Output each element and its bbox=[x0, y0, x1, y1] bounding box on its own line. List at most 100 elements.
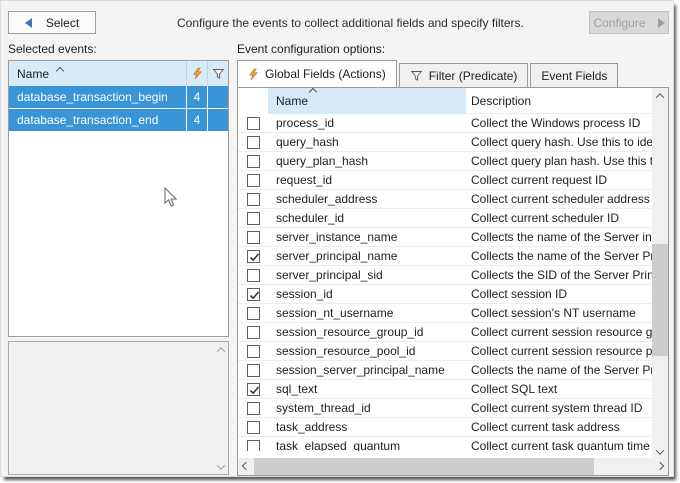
field-checkbox[interactable] bbox=[247, 174, 260, 187]
global-field-row[interactable]: query_plan_hash Collect query plan hash.… bbox=[238, 152, 652, 171]
grid-header: Name Description bbox=[238, 88, 652, 114]
horizontal-scroll-thumb[interactable] bbox=[254, 458, 594, 475]
selected-event-row[interactable]: database_transaction_end 4 bbox=[9, 109, 228, 132]
column-header-name[interactable]: Name bbox=[9, 67, 186, 81]
instruction-text: Configure the events to collect addition… bbox=[177, 16, 524, 30]
configure-button[interactable]: Configure bbox=[589, 11, 669, 34]
field-checkbox[interactable] bbox=[247, 212, 260, 225]
field-name: query_plan_hash bbox=[268, 154, 466, 168]
back-arrow-icon bbox=[25, 18, 32, 28]
sort-ascending-icon bbox=[56, 66, 64, 74]
field-checkbox[interactable] bbox=[247, 402, 260, 415]
field-description: Collect current task address bbox=[466, 420, 652, 434]
filter-column-header[interactable] bbox=[207, 61, 228, 86]
global-field-row[interactable]: session_server_principal_name Collects t… bbox=[238, 361, 652, 380]
field-name: sql_text bbox=[268, 382, 466, 396]
field-name: request_id bbox=[268, 173, 466, 187]
global-field-row[interactable]: scheduler_id Collect current scheduler I… bbox=[238, 209, 652, 228]
field-name: process_id bbox=[268, 116, 466, 130]
field-name: scheduler_id bbox=[268, 211, 466, 225]
global-field-row[interactable]: session_resource_pool_id Collect current… bbox=[238, 342, 652, 361]
event-description-panel bbox=[8, 341, 229, 475]
field-description: Collect current request ID bbox=[466, 173, 652, 187]
field-checkbox[interactable] bbox=[247, 269, 260, 282]
scroll-up-icon[interactable] bbox=[213, 342, 228, 357]
field-checkbox[interactable] bbox=[247, 250, 260, 263]
filter-cell bbox=[207, 109, 228, 131]
field-name: session_nt_username bbox=[268, 306, 466, 320]
field-checkbox[interactable] bbox=[247, 383, 260, 396]
actions-count: 4 bbox=[186, 109, 207, 131]
field-name: task_address bbox=[268, 420, 466, 434]
vertical-scroll-thumb[interactable] bbox=[652, 244, 668, 356]
field-name: scheduler_address bbox=[268, 192, 466, 206]
field-checkbox[interactable] bbox=[247, 288, 260, 301]
field-name: query_hash bbox=[268, 135, 466, 149]
field-description: Collect current session resource grou bbox=[466, 325, 652, 339]
global-field-row[interactable]: server_principal_name Collects the name … bbox=[238, 247, 652, 266]
global-fields-grid: Name Description process_id Collect the … bbox=[237, 87, 669, 476]
global-field-row[interactable]: session_id Collect session ID bbox=[238, 285, 652, 304]
global-field-row[interactable]: scheduler_address Collect current schedu… bbox=[238, 190, 652, 209]
tab-filter-predicate[interactable]: Filter (Predicate) bbox=[399, 63, 529, 87]
grid-vertical-scrollbar[interactable] bbox=[652, 88, 668, 460]
field-description: Collects the name of the Server Princ bbox=[466, 249, 652, 263]
field-checkbox[interactable] bbox=[247, 326, 260, 339]
scroll-up-icon[interactable] bbox=[652, 88, 668, 104]
global-field-row[interactable]: query_hash Collect query hash. Use this … bbox=[238, 133, 652, 152]
global-field-row[interactable]: session_nt_username Collect session's NT… bbox=[238, 304, 652, 323]
global-field-row[interactable]: sql_text Collect SQL text bbox=[238, 380, 652, 399]
field-checkbox[interactable] bbox=[247, 345, 260, 358]
scroll-down-icon[interactable] bbox=[213, 459, 228, 474]
lightning-icon bbox=[192, 67, 203, 80]
field-description: Collect session's NT username bbox=[466, 306, 652, 320]
field-checkbox[interactable] bbox=[247, 231, 260, 244]
tab-global-fields[interactable]: Global Fields (Actions) bbox=[237, 60, 397, 87]
global-field-row[interactable]: request_id Collect current request ID bbox=[238, 171, 652, 190]
field-checkbox[interactable] bbox=[247, 117, 260, 130]
select-button[interactable]: Select bbox=[8, 11, 96, 34]
field-checkbox[interactable] bbox=[247, 364, 260, 377]
events-configure-dialog: Select Configure the events to collect a… bbox=[0, 0, 674, 477]
scroll-left-icon[interactable] bbox=[238, 458, 254, 474]
global-field-row[interactable]: session_resource_group_id Collect curren… bbox=[238, 323, 652, 342]
select-button-label: Select bbox=[46, 16, 79, 30]
checkbox-column-header[interactable] bbox=[238, 88, 268, 114]
config-tabs: Global Fields (Actions) Filter (Predicat… bbox=[237, 60, 620, 87]
field-checkbox[interactable] bbox=[247, 136, 260, 149]
field-name: system_thread_id bbox=[268, 401, 466, 415]
field-name: session_server_principal_name bbox=[268, 363, 466, 377]
selected-events-header[interactable]: Name bbox=[9, 61, 228, 86]
grid-rows: process_id Collect the Windows process I… bbox=[238, 114, 652, 451]
description-scrollbar[interactable] bbox=[213, 342, 228, 474]
field-name: session_id bbox=[268, 287, 466, 301]
field-description: Collect current scheduler ID bbox=[466, 211, 652, 225]
global-field-row[interactable]: process_id Collect the Windows process I… bbox=[238, 114, 652, 133]
global-field-row[interactable]: server_instance_name Collects the name o… bbox=[238, 228, 652, 247]
scroll-right-icon[interactable] bbox=[652, 458, 668, 474]
field-description: Collects the name of the Server insta bbox=[466, 230, 652, 244]
field-checkbox[interactable] bbox=[247, 440, 260, 452]
field-checkbox[interactable] bbox=[247, 307, 260, 320]
field-checkbox[interactable] bbox=[247, 421, 260, 434]
forward-arrow-icon bbox=[658, 18, 665, 28]
global-field-row[interactable]: server_principal_sid Collects the SID of… bbox=[238, 266, 652, 285]
grid-horizontal-scrollbar[interactable] bbox=[238, 458, 668, 475]
field-description: Collect query plan hash. Use this to i bbox=[466, 154, 652, 168]
funnel-icon bbox=[410, 70, 423, 82]
sort-ascending-icon bbox=[309, 88, 317, 96]
global-field-row[interactable]: system_thread_id Collect current system … bbox=[238, 399, 652, 418]
actions-column-header[interactable] bbox=[186, 61, 207, 86]
field-description: Collect current session resource pool bbox=[466, 344, 652, 358]
global-field-row[interactable]: task_elapsed_quantum Collect current tas… bbox=[238, 437, 652, 451]
selected-event-row[interactable]: database_transaction_begin 4 bbox=[9, 86, 228, 109]
field-checkbox[interactable] bbox=[247, 155, 260, 168]
description-column-header[interactable]: Description bbox=[466, 88, 652, 114]
tab-event-fields[interactable]: Event Fields bbox=[530, 63, 618, 87]
field-description: Collects the name of the Server Princ bbox=[466, 363, 652, 377]
global-field-row[interactable]: task_address Collect current task addres… bbox=[238, 418, 652, 437]
name-column-header[interactable]: Name bbox=[268, 88, 466, 114]
field-checkbox[interactable] bbox=[247, 193, 260, 206]
field-name: task_elapsed_quantum bbox=[268, 439, 466, 451]
field-description: Collect query hash. Use this to identi bbox=[466, 135, 652, 149]
